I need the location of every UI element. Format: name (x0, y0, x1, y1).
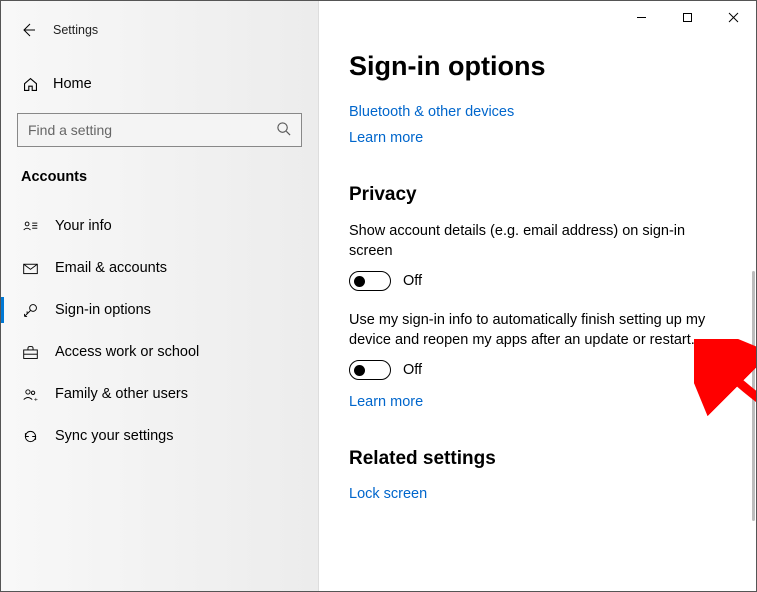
main-panel: Sign-in options Bluetooth & other device… (319, 1, 756, 591)
sync-icon (21, 427, 39, 445)
scrollbar-thumb[interactable] (752, 271, 755, 521)
briefcase-icon (21, 343, 39, 361)
toggle-auto-signin[interactable] (349, 360, 391, 380)
content-area: Sign-in options Bluetooth & other device… (319, 1, 756, 591)
mail-icon (21, 259, 39, 277)
people-icon: + (21, 385, 39, 403)
setting-desc-show-account: Show account details (e.g. email address… (349, 222, 726, 261)
toggle-row-auto-signin: Off (349, 360, 726, 380)
toggle-show-account[interactable] (349, 271, 391, 291)
setting-desc-auto-signin: Use my sign-in info to automatically fin… (349, 311, 726, 350)
minimize-button[interactable] (618, 1, 664, 33)
sidebar-item-your-info[interactable]: Your info (1, 205, 318, 247)
sidebar-item-sign-in-options[interactable]: Sign-in options (1, 289, 318, 331)
search-placeholder: Find a setting (28, 122, 112, 138)
settings-window: Settings Home Find a setting Accounts (0, 0, 757, 592)
search-wrap: Find a setting (17, 113, 302, 147)
link-bluetooth-devices[interactable]: Bluetooth & other devices (349, 104, 726, 120)
app-title: Settings (53, 23, 98, 37)
link-learn-more[interactable]: Learn more (349, 130, 726, 146)
key-icon (21, 301, 39, 319)
scrollbar[interactable] (751, 61, 755, 587)
maximize-button[interactable] (664, 1, 710, 33)
sidebar-item-family-users[interactable]: + Family & other users (1, 373, 318, 415)
link-learn-more[interactable]: Learn more (349, 394, 726, 410)
search-input[interactable]: Find a setting (17, 113, 302, 147)
link-lock-screen[interactable]: Lock screen (349, 486, 726, 502)
sidebar-item-label: Email & accounts (55, 260, 167, 276)
home-label: Home (53, 76, 92, 92)
sidebar-item-label: Family & other users (55, 386, 188, 402)
page-title: Sign-in options (349, 51, 726, 82)
titlebar-left: Settings (1, 13, 318, 47)
sidebar-item-label: Your info (55, 218, 112, 234)
section-title-related: Related settings (349, 448, 726, 470)
sidebar-item-label: Sign-in options (55, 302, 151, 318)
person-card-icon (21, 217, 39, 235)
sidebar-nav: Your info Email & accounts Sign-in optio… (1, 205, 318, 457)
sidebar-item-label: Sync your settings (55, 428, 173, 444)
sidebar: Settings Home Find a setting Accounts (1, 1, 319, 591)
search-icon (276, 121, 291, 139)
window-controls (618, 1, 756, 33)
toggle-state-label: Off (403, 273, 422, 289)
sidebar-item-email-accounts[interactable]: Email & accounts (1, 247, 318, 289)
back-icon[interactable] (19, 21, 37, 39)
sidebar-item-label: Access work or school (55, 344, 199, 360)
toggle-row-show-account: Off (349, 271, 726, 291)
home-icon (21, 75, 39, 93)
toggle-state-label: Off (403, 362, 422, 378)
section-title-privacy: Privacy (349, 184, 726, 206)
close-button[interactable] (710, 1, 756, 33)
home-button[interactable]: Home (1, 65, 318, 103)
sidebar-item-sync-settings[interactable]: Sync your settings (1, 415, 318, 457)
sidebar-item-access-work-school[interactable]: Access work or school (1, 331, 318, 373)
sidebar-section-header: Accounts (1, 147, 318, 189)
svg-text:+: + (33, 396, 37, 403)
